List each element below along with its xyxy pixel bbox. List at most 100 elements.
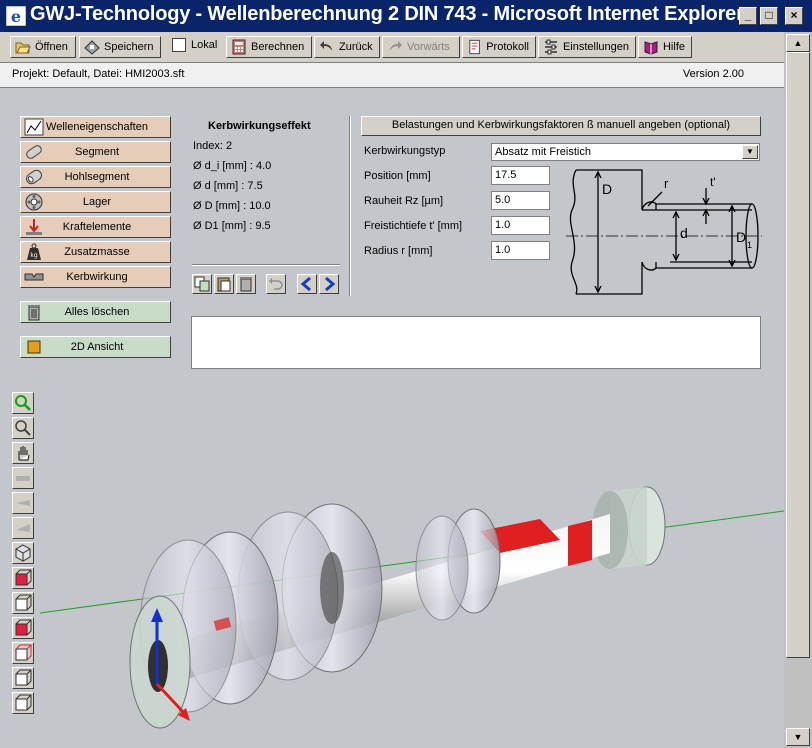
notch-type-value: Absatz mit Freistich [495, 146, 591, 158]
view-side-button[interactable] [12, 467, 34, 489]
notch-d: Ø d [mm] : 7.5 [193, 180, 263, 192]
help-button[interactable]: Hilfe [638, 36, 692, 58]
vertical-scrollbar[interactable]: ▲ ▼ [784, 32, 812, 748]
notch-type-select[interactable]: Absatz mit Freistich ▼ [491, 143, 760, 161]
force-icon [26, 219, 42, 235]
delete-button[interactable] [236, 274, 256, 294]
settings-button[interactable]: Einstellungen [538, 36, 636, 58]
open-label: Öffnen [35, 41, 68, 53]
view-perspective-button[interactable] [12, 517, 34, 539]
paste-button[interactable] [214, 274, 234, 294]
top-view-button[interactable] [12, 667, 34, 689]
open-folder-icon [15, 42, 31, 54]
notch-type-label: Kerbwirkungstyp [364, 145, 446, 157]
copy-button[interactable] [192, 274, 212, 294]
protocol-button[interactable]: Protokoll [462, 36, 536, 58]
radius-field[interactable]: 1.0 [491, 241, 550, 260]
previous-button[interactable] [297, 274, 317, 294]
separator [192, 264, 340, 266]
scroll-thumb[interactable] [786, 52, 810, 658]
shaft-3d-view[interactable] [40, 428, 784, 748]
diagram-label-d: d [680, 225, 688, 241]
iso-view-button[interactable] [12, 542, 34, 564]
scroll-down-button[interactable]: ▼ [786, 728, 810, 746]
close-button[interactable]: × [785, 7, 803, 25]
version-info: Version 2.00 [682, 68, 744, 80]
undo-button[interactable] [266, 274, 286, 294]
left-view-button[interactable] [12, 617, 34, 639]
minimize-button[interactable]: _ [739, 7, 757, 25]
sidebar-item-welleneigenschaften[interactable]: Welleneigenschaften [20, 116, 171, 138]
weight-icon: kg [27, 243, 41, 260]
zoom-button[interactable] [12, 417, 34, 439]
notch-D: Ø D [mm] : 10.0 [193, 200, 271, 212]
help-label: Hilfe [662, 41, 685, 53]
local-checkbox-box[interactable] [172, 38, 186, 52]
paste-icon [217, 277, 231, 292]
hand-icon [18, 446, 30, 461]
svg-text:e: e [11, 7, 21, 26]
sidebar-item-kerbwirkung[interactable]: Kerbwirkung [20, 266, 171, 288]
cube-front-icon [15, 569, 32, 586]
notch-effect-title: Kerbwirkungseffekt [208, 120, 311, 132]
position-field[interactable]: 17.5 [491, 166, 550, 185]
sidebar-item-label: Welleneigenschaften [46, 121, 148, 133]
cube-top-icon [15, 669, 32, 686]
vertical-separator [349, 116, 351, 296]
undo-icon [269, 278, 283, 290]
pan-button[interactable] [12, 442, 34, 464]
undercut-depth-label: Freistichtiefe t' [mm] [364, 220, 463, 232]
sidebar-item-label: Kraftelemente [62, 221, 132, 233]
sidebar-item-label: Kerbwirkung [66, 271, 128, 283]
cube-bottom-icon [15, 694, 32, 711]
back-view-button[interactable] [12, 592, 34, 614]
sidebar-item-segment[interactable]: Segment [20, 141, 171, 163]
manual-factors-button[interactable]: Belastungen und Kerbwirkungsfaktoren ß m… [361, 116, 761, 136]
sidebar-item-hohlsegment[interactable]: Hohlsegment [20, 166, 171, 188]
view-angle-button[interactable] [12, 492, 34, 514]
window-title: GWJ-Technology - Wellenberechnung 2 DIN … [30, 3, 744, 25]
right-view-button[interactable] [12, 642, 34, 664]
maximize-button[interactable]: □ [760, 7, 778, 25]
sidebar-item-lager[interactable]: Lager [20, 191, 171, 213]
forward-button[interactable]: Vorwärts [382, 36, 460, 58]
diagram-label-D1: D [736, 229, 746, 245]
back-button[interactable]: Zurück [314, 36, 380, 58]
help-book-icon [644, 41, 658, 55]
zoom-in-button[interactable] [12, 392, 34, 414]
next-button[interactable] [319, 274, 339, 294]
toolbar: Öffnen Speichern Lokal Berechnen Zurück … [0, 32, 784, 63]
sidebar-item-kraftelemente[interactable]: Kraftelemente [20, 216, 171, 238]
shaft-side-icon [16, 476, 30, 481]
view-toolbar [12, 392, 36, 717]
2d-view-icon [27, 340, 41, 354]
diagram-label-D1-sub: 1 [747, 240, 752, 250]
sidebar-item-label: Zusatzmasse [64, 246, 130, 258]
sidebar-item-label: Hohlsegment [64, 171, 130, 183]
clear-all-label: Alles löschen [64, 306, 130, 318]
chevron-down-icon[interactable]: ▼ [742, 145, 758, 159]
save-icon [84, 40, 100, 55]
open-button[interactable]: Öffnen [10, 36, 76, 58]
save-button[interactable]: Speichern [79, 36, 161, 58]
scroll-up-button[interactable]: ▲ [786, 34, 810, 52]
save-label: Speichern [104, 41, 154, 53]
calculate-button[interactable]: Berechnen [226, 36, 312, 58]
cube-iso-icon [15, 544, 31, 562]
view-2d-button[interactable]: 2D Ansicht [20, 336, 171, 358]
copy-icon [194, 276, 210, 292]
radius-label: Radius r [mm] [364, 245, 433, 257]
cube-back-icon [15, 594, 32, 611]
notch-d-i: Ø d_i [mm] : 4.0 [193, 160, 272, 172]
roughness-field[interactable]: 5.0 [491, 191, 550, 210]
sidebar-item-label: Lager [82, 196, 112, 208]
bottom-view-button[interactable] [12, 692, 34, 714]
sidebar-item-zusatzmasse[interactable]: kg Zusatzmasse [20, 241, 171, 263]
diagram-label-r: r [664, 176, 669, 191]
undercut-depth-field[interactable]: 1.0 [491, 216, 550, 235]
local-checkbox[interactable]: Lokal [172, 38, 217, 52]
clear-all-button[interactable]: Alles löschen [20, 301, 171, 323]
trash-icon [28, 305, 40, 321]
front-view-button[interactable] [12, 567, 34, 589]
view-2d-label: 2D Ansicht [70, 341, 124, 353]
